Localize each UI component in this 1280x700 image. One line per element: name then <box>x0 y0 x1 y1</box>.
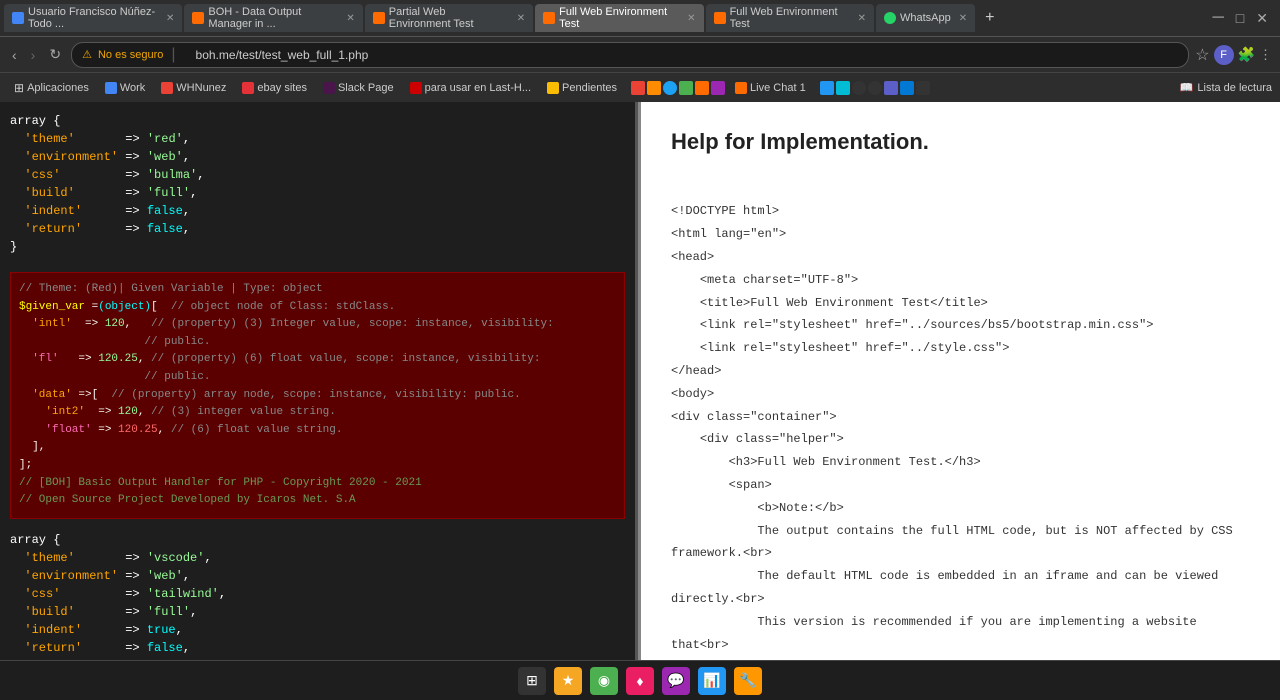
tab-close-6[interactable]: ✕ <box>959 13 967 24</box>
tool-icon-5 <box>884 81 898 95</box>
bookmark-livechat[interactable]: Live Chat 1 <box>729 80 812 96</box>
main-content: array { 'theme' => 'red', 'environment' … <box>0 102 1280 700</box>
address-icons: ☆ F 🧩 ⋮ <box>1195 45 1272 65</box>
lastpass-favicon <box>410 82 422 94</box>
bookmark-work[interactable]: Work <box>99 80 151 96</box>
bookmark-label-pendientes: Pendientes <box>562 82 617 94</box>
bookmark-lastpass[interactable]: para usar en Last-H... <box>404 80 537 96</box>
taskbar-icon-4[interactable]: ♦ <box>626 667 654 695</box>
tab-bar: Usuario Francisco Núñez-Todo ... ✕ BOH -… <box>0 0 1280 36</box>
bookmarks-bar: ⊞ Aplicaciones Work WHNunez ebay sites S… <box>0 72 1280 102</box>
work-favicon <box>105 82 117 94</box>
tab-label-3: Partial Web Environment Test <box>389 6 509 30</box>
left-panel[interactable]: array { 'theme' => 'red', 'environment' … <box>0 102 635 700</box>
tool-icon-6 <box>900 81 914 95</box>
array-block-1: array { 'theme' => 'red', 'environment' … <box>10 112 625 256</box>
tab-favicon-1 <box>12 12 24 24</box>
apps-icon: ⊞ <box>14 81 24 95</box>
tab-label-4: Full Web Environment Test <box>559 6 679 30</box>
whnunez-favicon <box>161 82 173 94</box>
tool-icon-1 <box>820 81 834 95</box>
extensions-icon[interactable]: 🧩 <box>1238 46 1255 63</box>
array-block-2: array { 'theme' => 'vscode', 'environmen… <box>10 531 625 675</box>
tab-close-3[interactable]: ✕ <box>517 13 525 24</box>
maximize-button[interactable]: □ <box>1232 10 1248 26</box>
output-box-red: // Theme: (Red)| Given Variable | Type: … <box>10 272 625 519</box>
tool-icon-7 <box>916 81 930 95</box>
bookmark-icon-5 <box>695 81 709 95</box>
tool-icon-4 <box>868 81 882 95</box>
tab-close-4[interactable]: ✕ <box>687 13 695 24</box>
tab-3[interactable]: Partial Web Environment Test ✕ <box>365 4 533 32</box>
right-panel[interactable]: Help for Implementation. <!DOCTYPE html>… <box>638 102 1280 700</box>
taskbar: ⊞ ★ ◉ ♦ 💬 📊 🔧 <box>0 660 1280 700</box>
tab-5[interactable]: Full Web Environment Test ✕ <box>706 4 874 32</box>
tab-label-5: Full Web Environment Test <box>730 6 850 30</box>
help-content: <!DOCTYPE html> <html lang="en"> <head> … <box>671 178 1250 700</box>
livechat-favicon <box>735 82 747 94</box>
tab-favicon-3 <box>373 12 385 24</box>
tab-1[interactable]: Usuario Francisco Núñez-Todo ... ✕ <box>4 4 182 32</box>
tab-favicon-2 <box>192 12 204 24</box>
back-button[interactable]: ‹ <box>8 45 21 65</box>
bookmark-star-icon[interactable]: ☆ <box>1195 45 1209 65</box>
reading-list-icon[interactable]: 📖 <box>1180 81 1194 94</box>
bookmark-whnunez[interactable]: WHNunez <box>155 80 232 96</box>
help-title: Help for Implementation. <box>671 122 1250 162</box>
bookmark-icon-1 <box>631 81 645 95</box>
security-icon: ⚠ <box>82 48 92 61</box>
bookmark-label-lastpass: para usar en Last-H... <box>425 82 531 94</box>
tab-4[interactable]: Full Web Environment Test ✕ <box>535 4 703 32</box>
bookmark-apps[interactable]: ⊞ Aplicaciones <box>8 79 95 97</box>
browser-chrome: Usuario Francisco Núñez-Todo ... ✕ BOH -… <box>0 0 1280 102</box>
slack-favicon <box>323 82 335 94</box>
taskbar-icon-3[interactable]: ◉ <box>590 667 618 695</box>
bookmark-icon-2 <box>647 81 661 95</box>
minimize-button[interactable]: ─ <box>1208 9 1227 27</box>
tab-close-1[interactable]: ✕ <box>166 13 174 24</box>
pendientes-favicon <box>547 82 559 94</box>
bookmark-label-livechat: Live Chat 1 <box>750 82 806 94</box>
bookmark-label-whnunez: WHNunez <box>176 82 226 94</box>
bookmark-label-ebay: ebay sites <box>257 82 307 94</box>
bookmark-label-apps: Aplicaciones <box>27 82 89 94</box>
tab-6[interactable]: WhatsApp ✕ <box>876 4 975 32</box>
bookmark-label-work: Work <box>120 82 145 94</box>
tab-close-2[interactable]: ✕ <box>346 13 354 24</box>
taskbar-icon-5[interactable]: 💬 <box>662 667 690 695</box>
bookmark-icon-4 <box>679 81 693 95</box>
reload-button[interactable]: ↻ <box>45 44 65 65</box>
forward-button[interactable]: › <box>27 45 40 65</box>
tool-icon-3 <box>852 81 866 95</box>
tab-favicon-5 <box>714 12 726 24</box>
tab-label-2: BOH - Data Output Manager in ... <box>208 6 338 30</box>
close-button[interactable]: ✕ <box>1252 10 1272 27</box>
security-label: No es seguro <box>98 49 163 61</box>
bookmark-icon-6 <box>711 81 725 95</box>
taskbar-icon-7[interactable]: 🔧 <box>734 667 762 695</box>
ebay-favicon <box>242 82 254 94</box>
taskbar-icon-2[interactable]: ★ <box>554 667 582 695</box>
address-separator: | <box>171 46 175 64</box>
profile-icon[interactable]: F <box>1214 45 1234 65</box>
bookmark-ebay[interactable]: ebay sites <box>236 80 313 96</box>
taskbar-icon-6[interactable]: 📊 <box>698 667 726 695</box>
tab-favicon-6 <box>884 12 896 24</box>
tab-close-5[interactable]: ✕ <box>858 13 866 24</box>
tab-favicon-4 <box>543 12 555 24</box>
tool-icon-2 <box>836 81 850 95</box>
tab-label-6: WhatsApp <box>900 12 951 24</box>
address-bar: ‹ › ↻ ⚠ No es seguro | ☆ F 🧩 ⋮ <box>0 36 1280 72</box>
bookmark-pendientes[interactable]: Pendientes <box>541 80 623 96</box>
new-tab-button[interactable]: + <box>977 9 1002 27</box>
bookmark-label-lista: Lista de lectura <box>1197 82 1272 94</box>
tab-2[interactable]: BOH - Data Output Manager in ... ✕ <box>184 4 362 32</box>
bookmark-slack[interactable]: Slack Page <box>317 80 400 96</box>
address-input[interactable] <box>184 42 1179 68</box>
taskbar-icon-1[interactable]: ⊞ <box>518 667 546 695</box>
tab-label-1: Usuario Francisco Núñez-Todo ... <box>28 6 158 30</box>
bookmark-icon-3 <box>663 81 677 95</box>
settings-icon[interactable]: ⋮ <box>1259 47 1272 63</box>
bookmark-label-slack: Slack Page <box>338 82 394 94</box>
